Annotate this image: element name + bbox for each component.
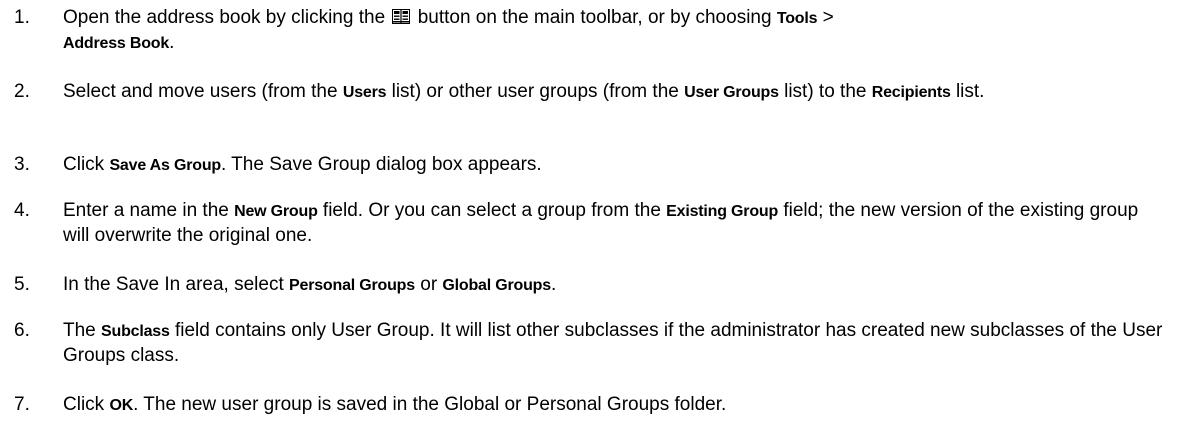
ui-term-user-groups: User Groups (684, 84, 779, 101)
step-text: Open the address book by clicking the bu… (63, 6, 1168, 56)
step-text: Select and move users (from the Users li… (63, 80, 1168, 105)
ui-term-subclass: Subclass (101, 323, 170, 340)
ui-term-new-group: New Group (234, 203, 318, 220)
ui-term-save-as-group: Save As Group (109, 157, 221, 174)
step-text: Click Save As Group. The Save Group dial… (63, 153, 1168, 178)
step-text-segment: field contains only User Group. It will … (63, 320, 1163, 366)
step-text-segment: list) to the (778, 81, 872, 102)
step-text-segment: field. Or you can select a group from th… (317, 200, 667, 221)
step-text-segment: Select and move users (from the (63, 81, 343, 102)
step-text: Click OK. The new user group is saved in… (63, 393, 1168, 418)
step-text-segment: Enter a name in the (63, 200, 235, 221)
step-text-segment: list. (950, 81, 985, 102)
step-text-segment: . The new user group is saved in the Glo… (133, 394, 727, 415)
step-number: 7. (14, 394, 30, 415)
step-number: 6. (14, 320, 30, 341)
step-text-segment: . (550, 274, 557, 295)
ui-term-ok: OK (109, 397, 134, 414)
ui-term-global-groups: Global Groups (442, 277, 551, 294)
step-text-segment: Open the address book by clicking the (63, 7, 386, 28)
step-text-segment: . (169, 32, 175, 53)
step-text-segment: Click (63, 394, 110, 415)
step-number: 2. (14, 81, 30, 102)
ui-term-tools: Tools (776, 10, 818, 27)
step-number: 4. (14, 200, 30, 221)
address-book-icon (392, 7, 411, 24)
step-text: In the Save In area, select Personal Gro… (63, 273, 1168, 298)
ui-term-existing-group: Existing Group (666, 203, 779, 220)
step-number: 1. (14, 7, 30, 28)
procedure-steps: 1. Open the address book by clicking the… (0, 0, 1180, 437)
step-number: 5. (14, 274, 30, 295)
step-text-segment: list) or other user groups (from the (386, 81, 685, 102)
ui-term-address-book: Address Book (63, 35, 170, 52)
step-text-segment: Click (63, 154, 110, 175)
step-text-segment: In the Save In area, select (63, 274, 290, 295)
step-text-segment: . The Save Group dialog box appears. (220, 154, 542, 175)
ui-term-users: Users (342, 84, 387, 101)
ui-term-recipients: Recipients (871, 84, 951, 101)
step-text-segment: button on the main toolbar, or by choosi… (412, 7, 777, 28)
step-text: The Subclass field contains only User Gr… (63, 319, 1168, 368)
step-text-segment: > (817, 7, 834, 28)
step-number: 3. (14, 154, 30, 175)
step-text-segment: or (414, 274, 443, 295)
ui-term-personal-groups: Personal Groups (289, 277, 415, 294)
step-text: Enter a name in the New Group field. Or … (63, 199, 1168, 248)
step-text-segment: The (63, 320, 102, 341)
